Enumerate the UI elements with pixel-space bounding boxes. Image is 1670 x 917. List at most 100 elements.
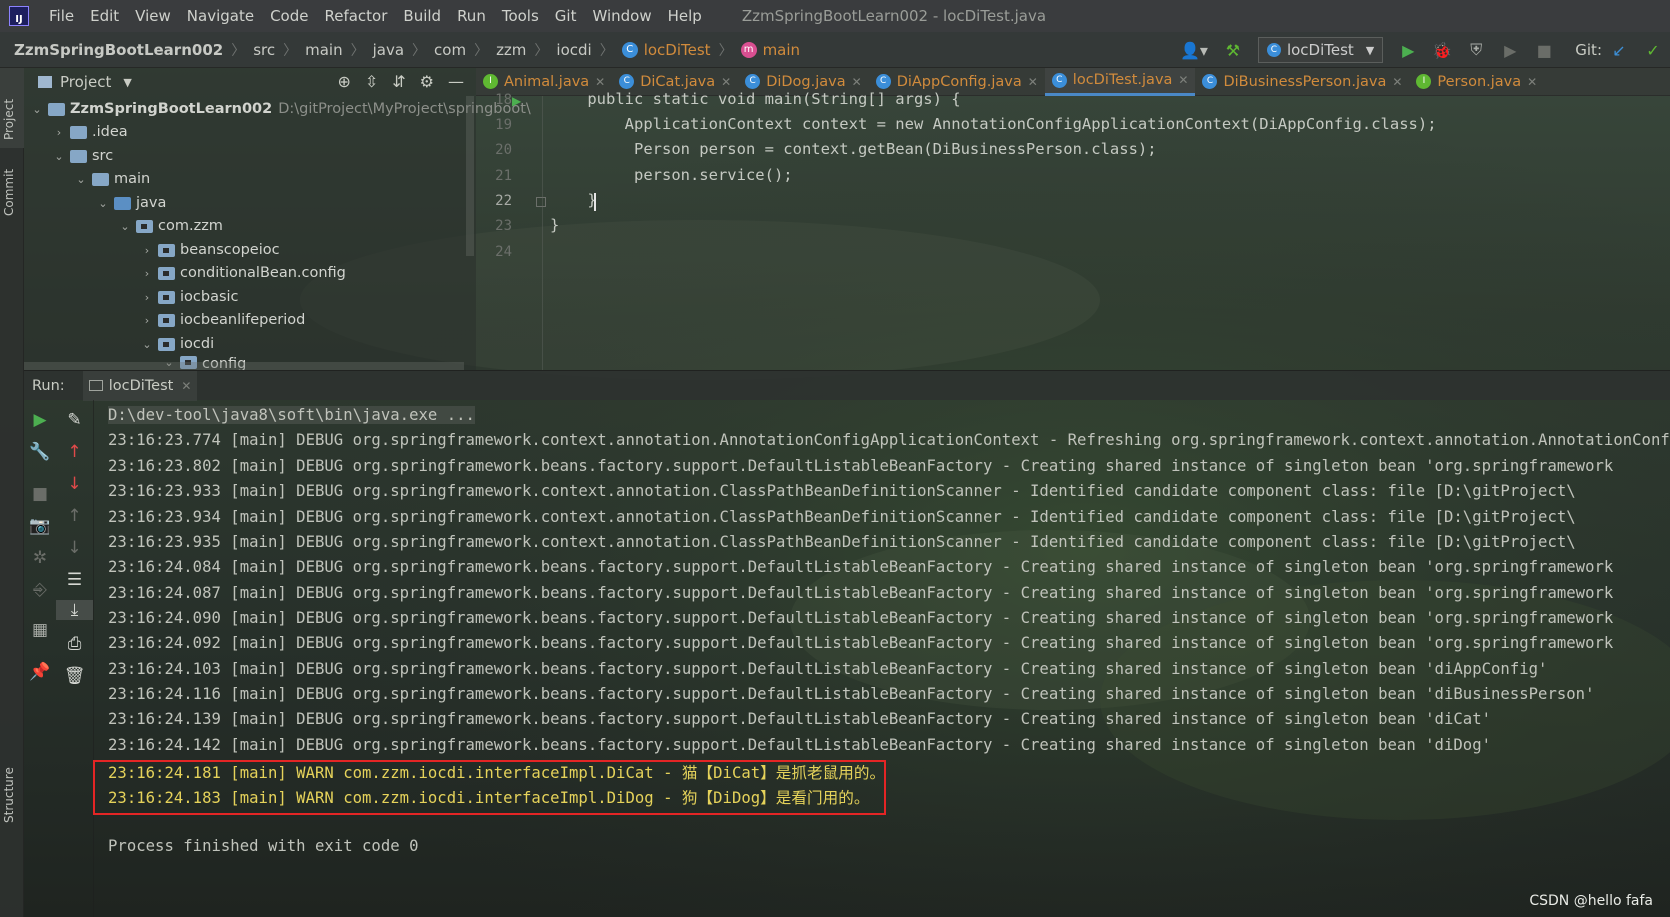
breadcrumb-project[interactable]: ZzmSpringBootLearn002 — [14, 41, 223, 59]
run-config-select[interactable]: C locDiTest ▼ — [1257, 37, 1384, 63]
soft-wrap-icon[interactable]: ☰ — [56, 570, 93, 590]
fold-icon[interactable] — [536, 197, 546, 207]
close-icon[interactable]: ✕ — [721, 75, 731, 89]
menu-edit[interactable]: Edit — [82, 7, 127, 25]
menu-navigate[interactable]: Navigate — [179, 7, 262, 25]
menu-window[interactable]: Window — [584, 7, 659, 25]
coverage-icon[interactable]: ⛨ — [1463, 37, 1489, 63]
trash-icon[interactable]: 🗑 — [56, 666, 93, 686]
tree-item-com-zzm[interactable]: ⌄ com.zzm — [118, 215, 223, 237]
structure-tool-tab[interactable]: Structure — [2, 767, 16, 823]
breadcrumb-class[interactable]: locDiTest — [644, 41, 711, 59]
menu-file[interactable]: File — [41, 7, 82, 25]
menu-tools[interactable]: Tools — [494, 7, 547, 25]
locate-icon[interactable]: ⊕ — [337, 72, 350, 91]
pin-icon[interactable]: 📌 — [24, 662, 56, 682]
menu-view[interactable]: View — [127, 7, 179, 25]
arrow-up-icon[interactable]: ↑ — [56, 442, 93, 462]
expand-all-icon[interactable]: ⇳ — [365, 72, 378, 91]
chevron-down-icon: ⌄ — [32, 102, 42, 116]
git-commit-icon[interactable]: ✓ — [1640, 37, 1666, 63]
debug-icon[interactable]: ✲ — [24, 548, 56, 568]
tree-item-src[interactable]: ⌄ src — [52, 145, 113, 167]
run-panel-header: Run: locDiTest ✕ — [24, 370, 1670, 401]
tab-label: Person.java — [1437, 73, 1522, 90]
tree-label: com.zzm — [158, 218, 223, 234]
tree-item-iocbeanlifeperiod[interactable]: › iocbeanlifeperiod — [140, 309, 306, 331]
tree-item-java[interactable]: ⌄ java — [96, 192, 166, 214]
breadcrumb-main[interactable]: main — [305, 41, 342, 59]
tree-item-idea[interactable]: › .idea — [52, 121, 128, 143]
close-icon[interactable]: ✕ — [181, 379, 191, 393]
project-panel-title[interactable]: Project — [60, 73, 111, 91]
tab-dibusinessperson-java[interactable]: C DiBusinessPerson.java ✕ — [1195, 68, 1409, 96]
horizontal-scrollbar[interactable] — [24, 362, 464, 370]
chevron-right-icon: › — [144, 290, 150, 304]
user-icon[interactable]: 👤▾ — [1176, 37, 1212, 63]
menu-refactor[interactable]: Refactor — [316, 7, 395, 25]
build-hammer-icon[interactable]: ⚒ — [1220, 37, 1246, 63]
tab-person-java[interactable]: I Person.java ✕ — [1409, 68, 1544, 96]
stop-icon[interactable]: ■ — [1531, 37, 1557, 63]
breadcrumb-zzm[interactable]: zzm — [496, 41, 526, 59]
class-icon: C — [1202, 74, 1218, 89]
tab-locditest-java[interactable]: C locDiTest.java ✕ — [1044, 67, 1196, 96]
debug-icon[interactable]: 🐞 — [1429, 37, 1455, 63]
arrow-down-icon[interactable]: ↓ — [56, 538, 93, 558]
breadcrumb-com[interactable]: com — [434, 41, 466, 59]
layout-icon[interactable]: ▦ — [24, 620, 56, 640]
run-label: Run: — [32, 377, 65, 394]
breadcrumb-iocdi[interactable]: iocdi — [556, 41, 591, 59]
rerun-icon[interactable]: ▶ — [24, 410, 56, 430]
wrench-icon[interactable]: 🔧 — [24, 442, 56, 462]
tree-item-main[interactable]: ⌄ main — [74, 168, 150, 190]
menu-run[interactable]: Run — [449, 7, 494, 25]
close-icon[interactable]: ✕ — [1527, 75, 1537, 89]
close-icon[interactable]: ✕ — [852, 75, 862, 89]
scroll-to-end-icon[interactable]: ⤓ — [56, 600, 93, 620]
minimize-icon[interactable]: — — [448, 72, 464, 91]
tree-item-project-root[interactable]: ⌄ ZzmSpringBootLearn002 D:\gitProject\My… — [30, 98, 530, 120]
close-icon[interactable]: ✕ — [1178, 73, 1188, 87]
window-title: ZzmSpringBootLearn002 - locDiTest.java — [741, 7, 1047, 25]
tree-item-iocbasic[interactable]: › iocbasic — [140, 286, 239, 308]
breadcrumb-method[interactable]: main — [763, 41, 800, 59]
breadcrumb-src[interactable]: src — [253, 41, 275, 59]
run-gutter-icon[interactable]: ▶ — [512, 94, 521, 108]
arrow-up-icon[interactable]: ↑ — [56, 506, 93, 526]
code-editor[interactable]: 18 19 20 21 22 23 24 ▶ public static voi… — [476, 90, 1670, 370]
menu-code[interactable]: Code — [262, 7, 316, 25]
project-tool-tab[interactable]: Project — [2, 99, 16, 140]
run-tab-locditest[interactable]: locDiTest ✕ — [82, 370, 198, 401]
clear-edit-icon[interactable]: ✎ — [56, 410, 93, 430]
close-icon[interactable]: ✕ — [1028, 75, 1038, 89]
breadcrumb-java[interactable]: java — [373, 41, 404, 59]
stop-icon[interactable]: ■ — [24, 484, 56, 504]
camera-icon[interactable]: 📷 — [24, 516, 56, 536]
collapse-all-icon[interactable]: ⇵ — [392, 72, 405, 91]
console-output[interactable]: D:\dev-tool\java8\soft\bin\java.exe ... … — [94, 400, 1670, 917]
run-icon[interactable]: ▶ — [1395, 37, 1421, 63]
profile-icon[interactable]: ▶ — [1497, 37, 1523, 63]
close-icon[interactable]: ✕ — [1392, 75, 1402, 89]
tree-item-iocdi[interactable]: ⌄ iocdi — [140, 333, 214, 355]
git-update-icon[interactable]: ↙ — [1606, 37, 1632, 63]
arrow-down-icon[interactable]: ↓ — [56, 474, 93, 494]
close-icon[interactable]: ✕ — [595, 75, 605, 89]
menu-build[interactable]: Build — [395, 7, 449, 25]
menu-help[interactable]: Help — [660, 7, 710, 25]
commit-tool-tab[interactable]: Commit — [2, 169, 16, 216]
package-icon — [158, 266, 175, 280]
chevron-down-icon[interactable]: ▼ — [123, 76, 131, 89]
exit-icon[interactable]: ⎆ — [24, 580, 56, 600]
gear-icon[interactable]: ⚙ — [420, 72, 434, 91]
tree-item-conditionalbean-config[interactable]: › conditionalBean.config — [140, 262, 346, 284]
tree-label: java — [136, 195, 167, 211]
tree-item-beanscopeioc[interactable]: › beanscopeioc — [140, 239, 280, 261]
package-icon — [158, 337, 175, 351]
vertical-scrollbar[interactable] — [466, 96, 474, 256]
menu-git[interactable]: Git — [547, 7, 585, 25]
print-icon[interactable]: ⎙ — [56, 634, 93, 654]
class-icon: C — [1051, 72, 1067, 88]
left-tool-stripe: Project Commit Structure — [0, 68, 24, 917]
